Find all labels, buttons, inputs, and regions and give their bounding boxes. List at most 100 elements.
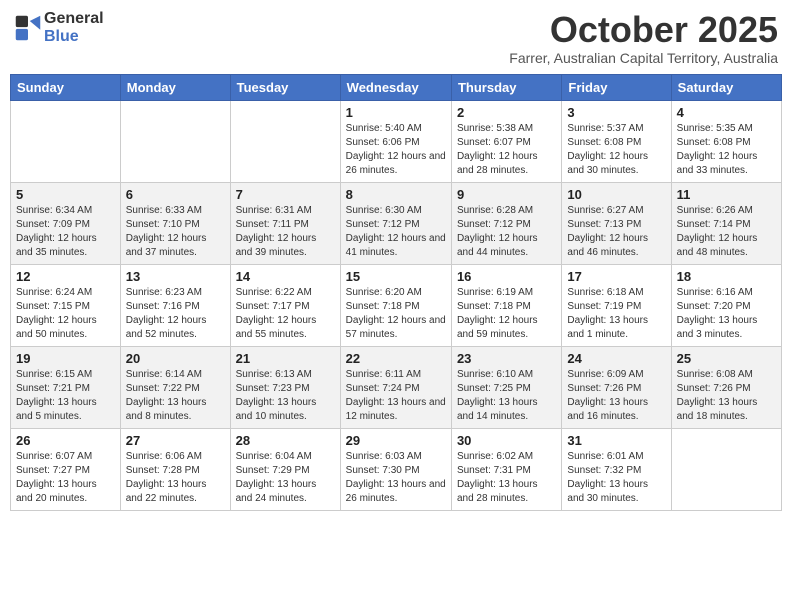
day-number: 22 bbox=[346, 351, 446, 366]
cell-content: Sunrise: 6:33 AM Sunset: 7:10 PM Dayligh… bbox=[126, 204, 225, 260]
calendar-cell bbox=[230, 100, 340, 182]
calendar-cell: 6 Sunrise: 6:33 AM Sunset: 7:10 PM Daylig… bbox=[120, 182, 230, 264]
day-number: 15 bbox=[346, 269, 446, 284]
day-number: 8 bbox=[346, 187, 446, 202]
cell-content: Sunrise: 6:14 AM Sunset: 7:22 PM Dayligh… bbox=[126, 368, 225, 424]
cell-content: Sunrise: 5:37 AM Sunset: 6:08 PM Dayligh… bbox=[567, 122, 665, 178]
cell-content: Sunrise: 6:06 AM Sunset: 7:28 PM Dayligh… bbox=[126, 450, 225, 506]
cell-content: Sunrise: 5:38 AM Sunset: 6:07 PM Dayligh… bbox=[457, 122, 556, 178]
day-number: 13 bbox=[126, 269, 225, 284]
day-number: 4 bbox=[677, 105, 776, 120]
day-number: 11 bbox=[677, 187, 776, 202]
day-number: 25 bbox=[677, 351, 776, 366]
calendar-cell: 9 Sunrise: 6:28 AM Sunset: 7:12 PM Daylig… bbox=[451, 182, 561, 264]
day-number: 26 bbox=[16, 433, 115, 448]
logo: General Blue bbox=[14, 10, 104, 45]
calendar-cell: 28 Sunrise: 6:04 AM Sunset: 7:29 PM Dayli… bbox=[230, 428, 340, 510]
calendar-cell: 5Sunrise: 6:34 AM Sunset: 7:09 PM Daylig… bbox=[11, 182, 121, 264]
day-number: 3 bbox=[567, 105, 665, 120]
calendar-cell bbox=[671, 428, 781, 510]
calendar-cell: 25 Sunrise: 6:08 AM Sunset: 7:26 PM Dayli… bbox=[671, 346, 781, 428]
cell-content: Sunrise: 6:27 AM Sunset: 7:13 PM Dayligh… bbox=[567, 204, 665, 260]
calendar-cell: 26 Sunrise: 6:07 AM Sunset: 7:27 PM Dayli… bbox=[11, 428, 121, 510]
location-title: Farrer, Australian Capital Territory, Au… bbox=[509, 50, 778, 66]
cell-content: Sunrise: 6:18 AM Sunset: 7:19 PM Dayligh… bbox=[567, 286, 665, 342]
calendar-cell: 10Sunrise: 6:27 AM Sunset: 7:13 PM Dayli… bbox=[562, 182, 671, 264]
calendar-week-row: 5Sunrise: 6:34 AM Sunset: 7:09 PM Daylig… bbox=[11, 182, 782, 264]
cell-content: Sunrise: 6:03 AM Sunset: 7:30 PM Dayligh… bbox=[346, 450, 446, 506]
day-number: 31 bbox=[567, 433, 665, 448]
calendar-cell: 29 Sunrise: 6:03 AM Sunset: 7:30 PM Dayli… bbox=[340, 428, 451, 510]
day-number: 21 bbox=[236, 351, 335, 366]
weekday-header-wednesday: Wednesday bbox=[340, 74, 451, 100]
day-number: 20 bbox=[126, 351, 225, 366]
cell-content: Sunrise: 6:11 AM Sunset: 7:24 PM Dayligh… bbox=[346, 368, 446, 424]
day-number: 17 bbox=[567, 269, 665, 284]
calendar-cell: 3 Sunrise: 5:37 AM Sunset: 6:08 PM Daylig… bbox=[562, 100, 671, 182]
month-title: October 2025 bbox=[509, 10, 778, 50]
day-number: 28 bbox=[236, 433, 335, 448]
calendar-cell: 8 Sunrise: 6:30 AM Sunset: 7:12 PM Daylig… bbox=[340, 182, 451, 264]
cell-content: Sunrise: 6:34 AM Sunset: 7:09 PM Dayligh… bbox=[16, 204, 115, 260]
calendar-cell: 27 Sunrise: 6:06 AM Sunset: 7:28 PM Dayli… bbox=[120, 428, 230, 510]
weekday-header-friday: Friday bbox=[562, 74, 671, 100]
weekday-header-saturday: Saturday bbox=[671, 74, 781, 100]
day-number: 16 bbox=[457, 269, 556, 284]
day-number: 12 bbox=[16, 269, 115, 284]
calendar-cell: 16 Sunrise: 6:19 AM Sunset: 7:18 PM Dayli… bbox=[451, 264, 561, 346]
cell-content: Sunrise: 5:35 AM Sunset: 6:08 PM Dayligh… bbox=[677, 122, 776, 178]
cell-content: Sunrise: 6:10 AM Sunset: 7:25 PM Dayligh… bbox=[457, 368, 556, 424]
calendar-cell: 23 Sunrise: 6:10 AM Sunset: 7:25 PM Dayli… bbox=[451, 346, 561, 428]
cell-content: Sunrise: 6:28 AM Sunset: 7:12 PM Dayligh… bbox=[457, 204, 556, 260]
cell-content: Sunrise: 6:04 AM Sunset: 7:29 PM Dayligh… bbox=[236, 450, 335, 506]
day-number: 29 bbox=[346, 433, 446, 448]
day-number: 9 bbox=[457, 187, 556, 202]
day-number: 23 bbox=[457, 351, 556, 366]
cell-content: Sunrise: 6:16 AM Sunset: 7:20 PM Dayligh… bbox=[677, 286, 776, 342]
calendar-cell bbox=[11, 100, 121, 182]
calendar-cell: 14Sunrise: 6:22 AM Sunset: 7:17 PM Dayli… bbox=[230, 264, 340, 346]
calendar-cell: 7Sunrise: 6:31 AM Sunset: 7:11 PM Daylig… bbox=[230, 182, 340, 264]
calendar-cell: 20 Sunrise: 6:14 AM Sunset: 7:22 PM Dayli… bbox=[120, 346, 230, 428]
cell-content: Sunrise: 6:20 AM Sunset: 7:18 PM Dayligh… bbox=[346, 286, 446, 342]
day-number: 27 bbox=[126, 433, 225, 448]
calendar-table: SundayMondayTuesdayWednesdayThursdayFrid… bbox=[10, 74, 782, 511]
cell-content: Sunrise: 6:19 AM Sunset: 7:18 PM Dayligh… bbox=[457, 286, 556, 342]
calendar-cell: 4 Sunrise: 5:35 AM Sunset: 6:08 PM Daylig… bbox=[671, 100, 781, 182]
calendar-cell: 13 Sunrise: 6:23 AM Sunset: 7:16 PM Dayli… bbox=[120, 264, 230, 346]
cell-content: Sunrise: 6:07 AM Sunset: 7:27 PM Dayligh… bbox=[16, 450, 115, 506]
calendar-week-row: 12Sunrise: 6:24 AM Sunset: 7:15 PM Dayli… bbox=[11, 264, 782, 346]
cell-content: Sunrise: 6:15 AM Sunset: 7:21 PM Dayligh… bbox=[16, 368, 115, 424]
calendar-cell: 31 Sunrise: 6:01 AM Sunset: 7:32 PM Dayli… bbox=[562, 428, 671, 510]
cell-content: Sunrise: 6:01 AM Sunset: 7:32 PM Dayligh… bbox=[567, 450, 665, 506]
weekday-header-row: SundayMondayTuesdayWednesdayThursdayFrid… bbox=[11, 74, 782, 100]
cell-content: Sunrise: 6:23 AM Sunset: 7:16 PM Dayligh… bbox=[126, 286, 225, 342]
day-number: 30 bbox=[457, 433, 556, 448]
calendar-week-row: 1Sunrise: 5:40 AM Sunset: 6:06 PM Daylig… bbox=[11, 100, 782, 182]
calendar-cell: 12Sunrise: 6:24 AM Sunset: 7:15 PM Dayli… bbox=[11, 264, 121, 346]
cell-content: Sunrise: 6:09 AM Sunset: 7:26 PM Dayligh… bbox=[567, 368, 665, 424]
title-section: October 2025 Farrer, Australian Capital … bbox=[509, 10, 778, 66]
weekday-header-monday: Monday bbox=[120, 74, 230, 100]
cell-content: Sunrise: 6:22 AM Sunset: 7:17 PM Dayligh… bbox=[236, 286, 335, 342]
cell-content: Sunrise: 6:26 AM Sunset: 7:14 PM Dayligh… bbox=[677, 204, 776, 260]
logo-general: General bbox=[44, 10, 104, 28]
calendar-cell bbox=[120, 100, 230, 182]
cell-content: Sunrise: 6:30 AM Sunset: 7:12 PM Dayligh… bbox=[346, 204, 446, 260]
cell-content: Sunrise: 6:02 AM Sunset: 7:31 PM Dayligh… bbox=[457, 450, 556, 506]
cell-content: Sunrise: 6:13 AM Sunset: 7:23 PM Dayligh… bbox=[236, 368, 335, 424]
logo-blue: Blue bbox=[44, 28, 104, 46]
weekday-header-thursday: Thursday bbox=[451, 74, 561, 100]
day-number: 24 bbox=[567, 351, 665, 366]
calendar-cell: 17 Sunrise: 6:18 AM Sunset: 7:19 PM Dayli… bbox=[562, 264, 671, 346]
calendar-cell: 18 Sunrise: 6:16 AM Sunset: 7:20 PM Dayli… bbox=[671, 264, 781, 346]
day-number: 6 bbox=[126, 187, 225, 202]
calendar-cell: 19 Sunrise: 6:15 AM Sunset: 7:21 PM Dayli… bbox=[11, 346, 121, 428]
calendar-cell: 21 Sunrise: 6:13 AM Sunset: 7:23 PM Dayli… bbox=[230, 346, 340, 428]
cell-content: Sunrise: 6:08 AM Sunset: 7:26 PM Dayligh… bbox=[677, 368, 776, 424]
calendar-cell: 22 Sunrise: 6:11 AM Sunset: 7:24 PM Dayli… bbox=[340, 346, 451, 428]
calendar-cell: 30 Sunrise: 6:02 AM Sunset: 7:31 PM Dayli… bbox=[451, 428, 561, 510]
day-number: 19 bbox=[16, 351, 115, 366]
calendar-cell: 24 Sunrise: 6:09 AM Sunset: 7:26 PM Dayli… bbox=[562, 346, 671, 428]
day-number: 18 bbox=[677, 269, 776, 284]
